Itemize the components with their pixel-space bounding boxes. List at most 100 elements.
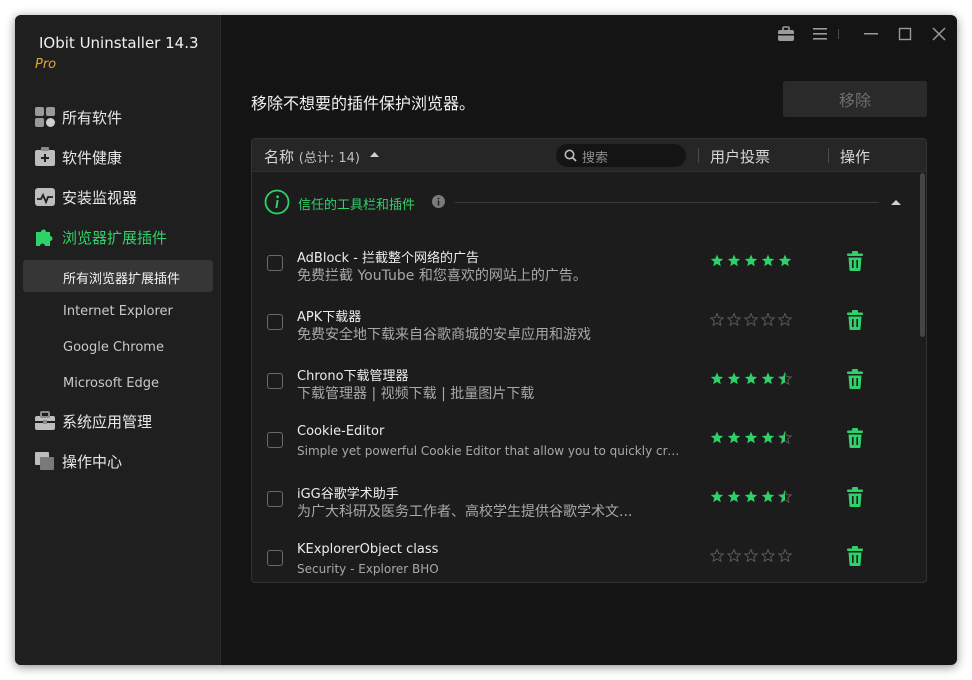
sidebar-item-system-apps[interactable]: 系统应用管理 [15,404,221,438]
star-filled-icon [744,431,758,444]
star-filled-icon [727,254,741,267]
extension-name: Cookie-Editor [297,424,385,439]
extension-name: Chrono下载管理器 [297,369,409,384]
table-header: 名称 (总计: 14) 搜索 用户投票 操作 [252,139,926,172]
row-checkbox[interactable] [267,373,283,389]
star-empty-icon [760,313,776,327]
extension-description: 免费安全地下载来自谷歌商城的安卓应用和游戏 [297,327,591,343]
grid-icon [35,107,55,127]
row-checkbox[interactable] [267,255,283,271]
sidebar-item-all-software[interactable]: 所有软件 [15,100,221,134]
extension-description: Simple yet powerful Cookie Editor that a… [297,444,682,458]
star-filled-icon [744,372,758,385]
trash-icon[interactable] [846,545,864,567]
column-divider [698,148,699,163]
info-icon[interactable] [432,195,445,208]
star-empty-icon [760,549,776,563]
star-filled-icon [778,254,792,267]
total-count: (总计: 14) [298,151,360,166]
star-empty-icon [743,549,759,563]
row-checkbox[interactable] [267,432,283,448]
row-checkbox[interactable] [267,491,283,507]
row-checkbox[interactable] [267,314,283,330]
sidebar-item-label: 操作中心 [62,453,123,471]
menu-icon[interactable] [809,23,831,45]
star-empty-icon [710,549,725,563]
sidebar-item-label: 系统应用管理 [62,413,153,431]
minimize-icon[interactable] [860,23,882,45]
rating-stars [710,254,792,267]
subitem-all-extensions[interactable]: 所有浏览器扩展插件 [23,260,213,292]
star-filled-icon [744,490,758,503]
extension-name: AdBlock - 拦截整个网络的广告 [297,251,480,266]
sort-ascending-icon[interactable] [370,151,379,158]
extension-row: iGG谷歌学术助手为广大科研及医务工作者、高校学生提供谷歌学术文... [252,468,918,527]
scrollbar-thumb[interactable] [920,173,925,337]
trash-icon[interactable] [846,368,864,390]
trash-icon[interactable] [846,486,864,508]
subitem-label: Google Chrome [63,340,164,355]
star-filled-icon [761,490,775,503]
star-filled-icon [744,254,758,267]
sidebar-item-label: 安装监视器 [62,189,138,207]
close-icon[interactable] [928,23,950,45]
star-filled-icon [710,490,724,503]
extension-name: iGG谷歌学术助手 [297,487,399,502]
trash-icon[interactable] [846,309,864,331]
group-divider [455,202,879,203]
sidebar-item-install-monitor[interactable]: 安装监视器 [15,180,221,214]
subitem-microsoft-edge[interactable]: Microsoft Edge [23,368,213,400]
flag-icon [35,452,54,470]
extension-row: Cookie-Editor Simple yet powerful Cookie … [252,409,918,468]
sidebar-item-action-center[interactable]: 操作中心 [15,444,221,478]
extension-description: 为广大科研及医务工作者、高校学生提供谷歌学术文... [297,504,633,520]
titlebar-divider [838,29,839,39]
rating-stars [710,431,792,445]
search-icon [564,149,577,162]
rating-stars [710,490,792,504]
trash-icon[interactable] [846,250,864,272]
row-checkbox[interactable] [267,550,283,566]
briefcase-icon [35,411,55,430]
subitem-label: Microsoft Edge [63,376,160,391]
collapse-icon[interactable] [890,198,902,206]
star-empty-icon [777,549,792,563]
star-filled-icon [710,254,724,267]
app-edition: Pro [35,57,57,72]
star-filled-icon [761,254,775,267]
star-filled-icon [727,431,741,444]
extension-name: KExplorerObject class [297,542,439,557]
star-empty-icon [726,549,742,563]
page-heading: 移除不想要的插件保护浏览器。 [251,94,476,113]
app-window: IObit Uninstaller 14.3 Pro 所有软件 软件健康 安装监… [15,15,957,665]
rating-stars [710,372,792,386]
trash-icon[interactable] [846,427,864,449]
name-column-header[interactable]: 名称 (总计: 14) [264,146,360,167]
star-filled-icon [727,490,741,503]
subitem-google-chrome[interactable]: Google Chrome [23,332,213,364]
star-filled-icon [761,372,775,385]
app-title: IObit Uninstaller 14.3 [39,34,199,52]
maximize-icon[interactable] [894,23,916,45]
subitem-internet-explorer[interactable]: Internet Explorer [23,296,213,328]
star-filled-icon [710,372,724,385]
extension-row: APK下载器 免费安全地下载来自谷歌商城的安卓应用和游戏 [252,291,918,350]
sidebar-item-browser-extensions[interactable]: 浏览器扩展插件 [15,220,221,254]
main-content: 移除不想要的插件保护浏览器。 移除 名称 (总计: 14) 搜索 用户投票 操作… [221,15,957,665]
medkit-icon [35,147,55,166]
column-divider [828,148,829,163]
subitem-label: 所有浏览器扩展插件 [63,272,181,287]
star-filled-icon [727,372,741,385]
star-empty-icon [777,313,792,327]
sidebar-item-label: 软件健康 [62,149,123,167]
remove-button[interactable]: 移除 [783,81,927,117]
toolbox-icon[interactable] [775,23,797,45]
search-input[interactable]: 搜索 [556,144,686,167]
group-header-trusted: 信任的工具栏和插件 [252,172,918,232]
search-placeholder: 搜索 [582,151,609,166]
extension-row: Chrono下载管理器 下载管理器 | 视频下载 | 批量图片下载 [252,350,918,409]
sidebar-item-label: 浏览器扩展插件 [62,229,168,247]
sidebar-item-software-health[interactable]: 软件健康 [15,140,221,174]
extension-description: 免费拦截 YouTube 和您喜欢的网站上的广告。 [297,268,587,284]
subitem-label: Internet Explorer [63,304,173,319]
